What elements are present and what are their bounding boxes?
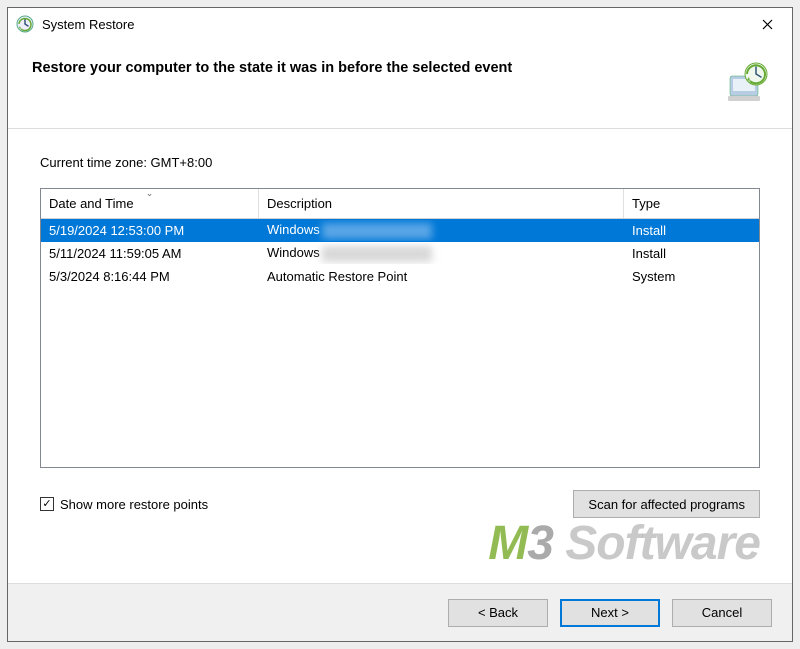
checkbox-icon: ✓ bbox=[40, 497, 54, 511]
below-table-row: ✓ Show more restore points Scan for affe… bbox=[40, 490, 760, 518]
cell-date: 5/3/2024 8:16:44 PM bbox=[41, 267, 259, 286]
app-icon bbox=[16, 15, 34, 33]
close-button[interactable] bbox=[746, 10, 788, 38]
cell-date: 5/11/2024 11:59:05 AM bbox=[41, 244, 259, 263]
show-more-label: Show more restore points bbox=[60, 497, 208, 512]
redacted-text bbox=[322, 223, 432, 239]
cell-type: Install bbox=[624, 221, 759, 240]
column-header-description[interactable]: Description bbox=[259, 189, 624, 218]
column-header-type-label: Type bbox=[632, 196, 660, 211]
column-header-description-label: Description bbox=[267, 196, 332, 211]
table-header: Date and Time ⌄ Description Type bbox=[41, 189, 759, 219]
back-button[interactable]: < Back bbox=[448, 599, 548, 627]
header-area: Restore your computer to the state it wa… bbox=[8, 40, 792, 129]
redacted-text bbox=[322, 246, 432, 262]
table-body[interactable]: 5/19/2024 12:53:00 PMWindowsInstall5/11/… bbox=[41, 219, 759, 467]
content-area: Current time zone: GMT+8:00 Date and Tim… bbox=[8, 129, 792, 583]
scan-affected-button[interactable]: Scan for affected programs bbox=[573, 490, 760, 518]
timezone-label: Current time zone: GMT+8:00 bbox=[40, 155, 760, 170]
restore-icon bbox=[720, 58, 772, 110]
column-header-type[interactable]: Type bbox=[624, 189, 759, 218]
window-title: System Restore bbox=[42, 17, 746, 32]
system-restore-window: System Restore Restore your computer to … bbox=[7, 7, 793, 642]
page-heading: Restore your computer to the state it wa… bbox=[32, 58, 720, 76]
sort-indicator-icon: ⌄ bbox=[146, 188, 154, 199]
cell-type: Install bbox=[624, 244, 759, 263]
next-button[interactable]: Next > bbox=[560, 599, 660, 627]
column-header-date-label: Date and Time bbox=[49, 196, 134, 211]
cell-type: System bbox=[624, 267, 759, 286]
table-row[interactable]: 5/3/2024 8:16:44 PMAutomatic Restore Poi… bbox=[41, 265, 759, 288]
cell-description: Windows bbox=[259, 220, 624, 241]
cell-description: Windows bbox=[259, 243, 624, 264]
cell-date: 5/19/2024 12:53:00 PM bbox=[41, 221, 259, 240]
footer-bar: < Back Next > Cancel bbox=[8, 583, 792, 641]
table-row[interactable]: 5/19/2024 12:53:00 PMWindowsInstall bbox=[41, 219, 759, 242]
table-row[interactable]: 5/11/2024 11:59:05 AMWindowsInstall bbox=[41, 242, 759, 265]
restore-points-table: Date and Time ⌄ Description Type 5/19/20… bbox=[40, 188, 760, 468]
title-bar: System Restore bbox=[8, 8, 792, 40]
cancel-button[interactable]: Cancel bbox=[672, 599, 772, 627]
column-header-date[interactable]: Date and Time ⌄ bbox=[41, 189, 259, 218]
cell-description: Automatic Restore Point bbox=[259, 267, 624, 286]
show-more-checkbox[interactable]: ✓ Show more restore points bbox=[40, 497, 573, 512]
